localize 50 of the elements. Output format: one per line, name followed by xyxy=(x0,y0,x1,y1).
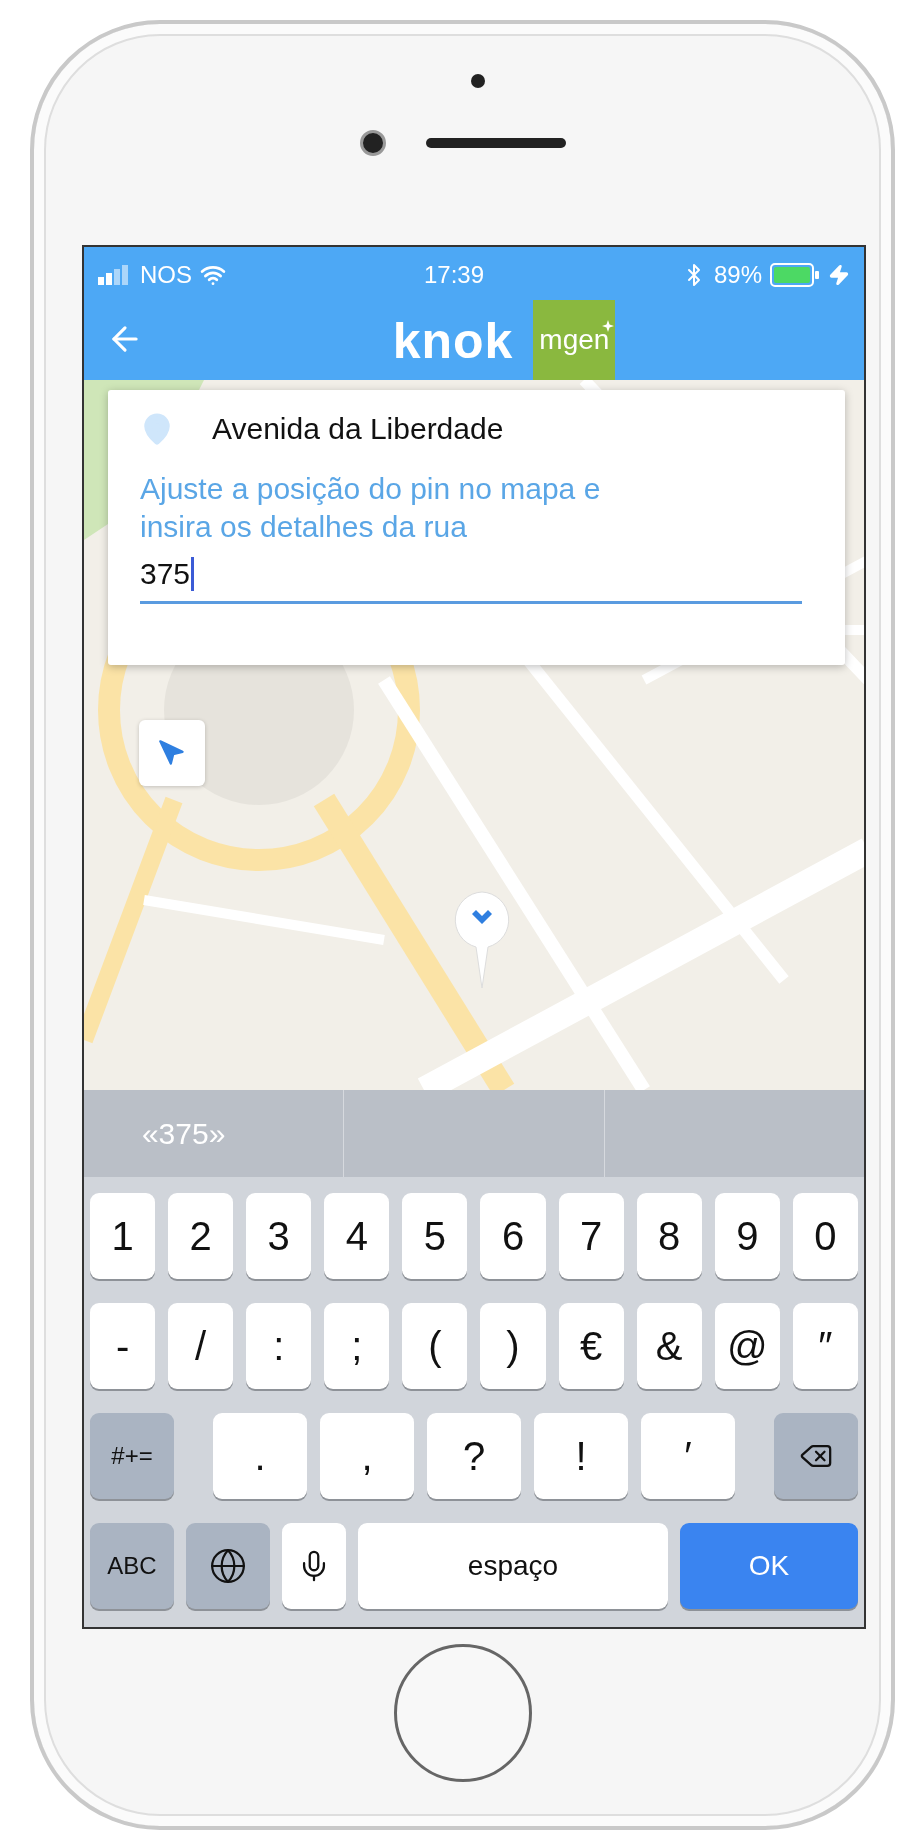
speaker-icon xyxy=(425,138,566,148)
keyboard-key[interactable]: 2 xyxy=(168,1193,234,1279)
app-logo: knok xyxy=(392,316,514,366)
keyboard-key[interactable]: ′ xyxy=(641,1413,735,1499)
keyboard-key[interactable]: 4 xyxy=(324,1193,390,1279)
backspace-key[interactable] xyxy=(774,1413,858,1499)
keyboard-key[interactable]: ″ xyxy=(792,1303,858,1389)
keyboard-key[interactable]: 7 xyxy=(558,1193,624,1279)
street-details-field[interactable]: 375 xyxy=(140,551,802,604)
keyboard-key[interactable]: 5 xyxy=(402,1193,468,1279)
keyboard-key[interactable]: #+= xyxy=(90,1413,174,1499)
keyboard-key[interactable]: ) xyxy=(480,1303,546,1389)
charging-icon xyxy=(828,263,850,286)
globe-key[interactable] xyxy=(186,1523,270,1609)
keyboard-key[interactable]: @ xyxy=(714,1303,780,1389)
keyboard-key[interactable]: € xyxy=(558,1303,624,1389)
locate-button[interactable] xyxy=(139,720,205,786)
keyboard-key[interactable]: ? xyxy=(427,1413,521,1499)
keyboard-key[interactable]: 0 xyxy=(792,1193,858,1279)
return-key[interactable]: OK xyxy=(680,1523,858,1609)
keyboard-key[interactable]: ABC xyxy=(90,1523,174,1609)
instruction-text: Ajuste a posição do pin no mapa e insira os detalhes da rua xyxy=(140,471,602,545)
keyboard-key[interactable]: 1 xyxy=(90,1193,156,1279)
navigation-arrow-icon xyxy=(158,739,186,767)
partner-logo: mgen xyxy=(533,300,616,380)
carrier-name: NOS xyxy=(140,260,192,289)
keyboard-key[interactable]: ; xyxy=(324,1303,390,1389)
battery-icon xyxy=(770,262,820,287)
keyboard-key[interactable]: - xyxy=(90,1303,156,1389)
keyboard-key[interactable]: 6 xyxy=(480,1193,546,1279)
keyboard-key[interactable]: ( xyxy=(402,1303,468,1389)
camera-icon xyxy=(359,130,386,156)
sensor-icon xyxy=(470,74,485,88)
battery-percentage: 89% xyxy=(713,260,762,289)
dictation-key[interactable] xyxy=(282,1523,346,1609)
map-pin-icon xyxy=(452,890,512,990)
globe-icon xyxy=(209,1547,247,1585)
keyboard-key[interactable]: 8 xyxy=(636,1193,702,1279)
space-key[interactable]: espaço xyxy=(358,1523,668,1609)
keyboard-key[interactable]: : xyxy=(246,1303,312,1389)
keyboard-key[interactable]: ! xyxy=(534,1413,628,1499)
keyboard-key[interactable]: & xyxy=(636,1303,702,1389)
keyboard-key[interactable]: 9 xyxy=(714,1193,780,1279)
clock-time: 17:39 xyxy=(423,260,484,289)
keyboard-key[interactable]: 3 xyxy=(246,1193,312,1279)
keyboard-key[interactable]: , xyxy=(320,1413,414,1499)
address-text: Avenida da Liberdade xyxy=(212,412,504,446)
keyboard-key[interactable]: . xyxy=(213,1413,307,1499)
text-cursor xyxy=(191,557,195,591)
keyboard-key[interactable]: / xyxy=(168,1303,234,1389)
